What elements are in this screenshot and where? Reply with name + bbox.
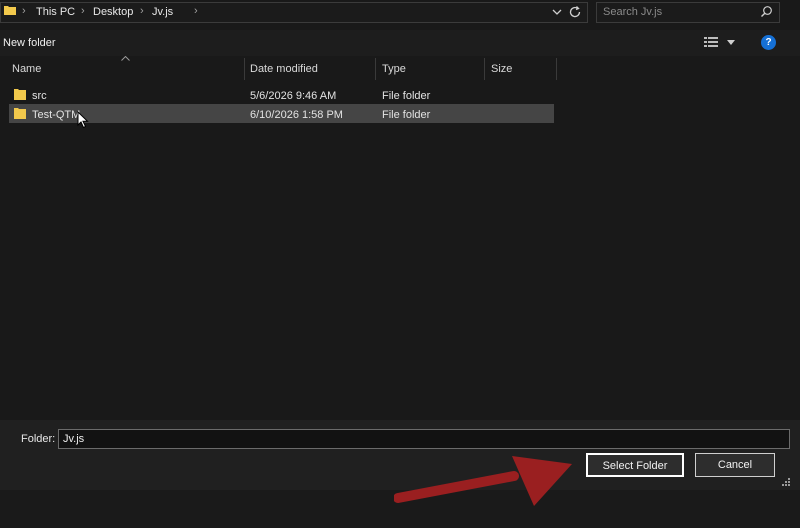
folder-name-input[interactable]: Jv.js	[58, 429, 790, 449]
chevron-down-icon[interactable]	[550, 5, 564, 19]
breadcrumb-this-pc[interactable]: This PC	[36, 6, 75, 18]
column-header-name[interactable]: Name	[12, 63, 41, 75]
folder-icon	[14, 89, 26, 100]
cancel-button[interactable]: Cancel	[695, 453, 775, 477]
column-divider[interactable]	[375, 58, 376, 80]
search-icon[interactable]	[760, 5, 773, 18]
folder-label: Folder:	[21, 433, 56, 445]
folder-icon	[14, 108, 26, 119]
help-icon[interactable]: ?	[761, 35, 776, 50]
file-type: File folder	[382, 109, 431, 121]
chevron-right-icon[interactable]: ›	[194, 5, 198, 17]
column-header-type[interactable]: Type	[382, 63, 406, 75]
new-folder-button[interactable]: New folder	[3, 37, 56, 49]
resize-grip-icon[interactable]	[781, 477, 791, 487]
chevron-right-icon[interactable]: ›	[81, 5, 85, 17]
refresh-icon[interactable]	[567, 4, 583, 20]
column-header-size[interactable]: Size	[491, 63, 512, 75]
chevron-right-icon[interactable]: ›	[22, 5, 26, 17]
desktop-background	[0, 490, 800, 528]
column-header-date-modified[interactable]: Date modified	[250, 63, 318, 75]
select-folder-button[interactable]: Select Folder	[586, 453, 684, 477]
file-date-modified: 5/6/2026 9:46 AM	[250, 90, 337, 102]
file-date-modified: 6/10/2026 1:58 PM	[250, 109, 343, 121]
chevron-down-icon[interactable]	[727, 40, 735, 45]
view-options-icon[interactable]	[704, 36, 718, 48]
column-divider[interactable]	[484, 58, 485, 80]
file-name[interactable]: Test-QTM	[32, 109, 80, 121]
search-placeholder[interactable]: Search Jv.js	[603, 6, 662, 18]
breadcrumb-current[interactable]: Jv.js	[152, 6, 173, 18]
chevron-right-icon[interactable]: ›	[140, 5, 144, 17]
file-type: File folder	[382, 90, 431, 102]
column-divider[interactable]	[244, 58, 245, 80]
file-name[interactable]: src	[32, 90, 47, 102]
folder-icon	[4, 6, 16, 15]
address-bar[interactable]	[0, 2, 588, 23]
toolbar	[0, 30, 800, 56]
breadcrumb-desktop[interactable]: Desktop	[93, 6, 133, 18]
column-divider[interactable]	[556, 58, 557, 80]
sort-ascending-icon	[121, 56, 130, 61]
